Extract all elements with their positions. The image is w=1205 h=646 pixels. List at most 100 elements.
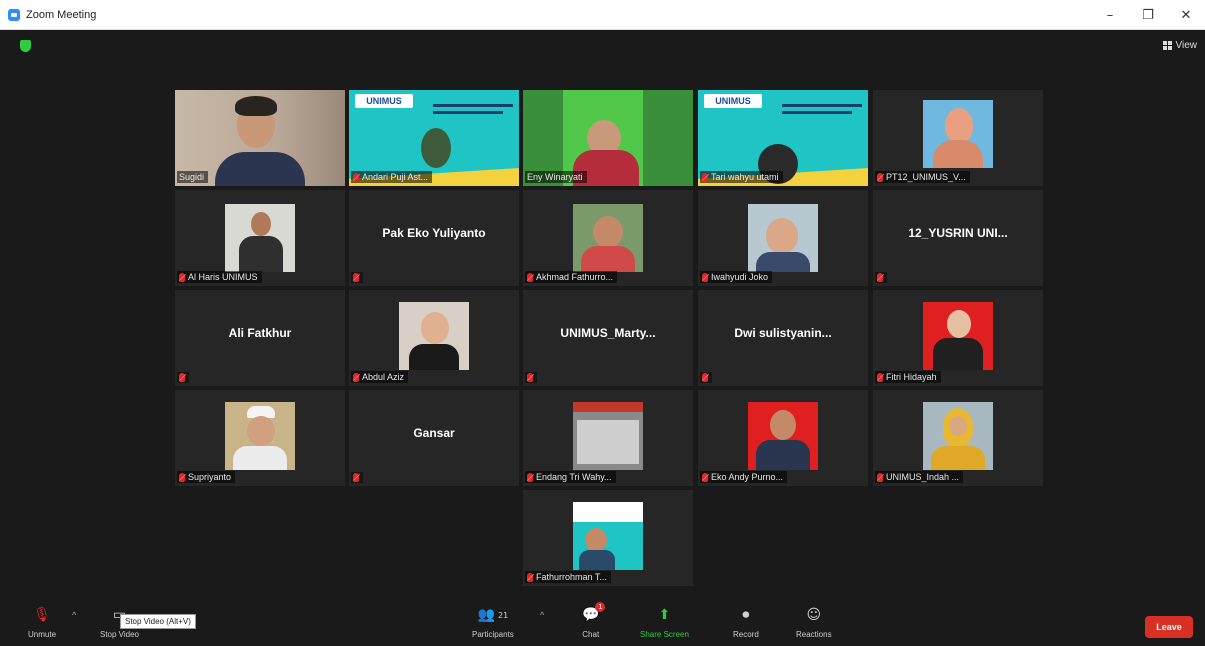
unmute-button[interactable]: 🎙 Unmute xyxy=(28,606,56,639)
meeting-toolbar: 🎙 Unmute ^ ▭ Stop Video Stop Video (Alt+… xyxy=(0,600,1205,646)
mic-muted-icon xyxy=(877,273,883,282)
participants-icon: 👥 21 xyxy=(477,607,509,623)
mic-muted-icon xyxy=(353,372,359,382)
restore-button[interactable]: ❐ xyxy=(1129,0,1167,30)
participants-options-caret[interactable]: ^ xyxy=(540,610,544,620)
hijab-shape xyxy=(945,108,973,142)
participant-name: UNIMUS_Indah ... xyxy=(886,472,960,482)
participant-tile[interactable]: UNIMUS Tari wahyu utami xyxy=(698,90,868,186)
mic-muted-icon xyxy=(702,272,708,282)
mic-muted-icon xyxy=(527,272,533,282)
face-shape xyxy=(770,410,796,440)
profile-photo xyxy=(573,204,643,272)
participant-tile[interactable]: PT12_UNIMUS_V... xyxy=(873,90,1043,186)
profile-photo xyxy=(573,402,643,470)
view-label: View xyxy=(1175,40,1198,51)
mic-muted-icon xyxy=(353,172,359,182)
close-button[interactable]: ✕ xyxy=(1167,0,1205,30)
participant-tile[interactable]: Akhmad Fathurro... xyxy=(523,190,693,286)
participant-name: Akhmad Fathurro... xyxy=(536,272,614,282)
reactions-label: Reactions xyxy=(796,630,832,639)
participant-tile[interactable]: Sugidi xyxy=(175,90,345,186)
mic-muted-icon xyxy=(179,373,185,382)
participant-name-label: Supriyanto xyxy=(177,471,236,483)
mic-muted-icon xyxy=(877,172,883,182)
meeting-area: View Sugidi UNIMUS Andari Puji Ast... En… xyxy=(0,30,1205,600)
participant-tile[interactable]: UNIMUS_Indah ... xyxy=(873,390,1043,486)
participant-name-label: Iwahyudi Joko xyxy=(700,271,773,283)
participant-tile[interactable]: Dwi sulistyanin... xyxy=(698,290,868,386)
mic-muted-icon xyxy=(527,472,533,482)
participant-tile[interactable]: Fathurrohman T... xyxy=(523,490,693,586)
participant-name: Sugidi xyxy=(179,172,205,182)
record-button[interactable]: ⏺ Record xyxy=(733,606,759,639)
banner-shape xyxy=(573,402,643,412)
profile-photo xyxy=(923,302,993,370)
leave-button[interactable]: Leave xyxy=(1145,616,1193,638)
participant-tile[interactable]: Abdul Aziz xyxy=(349,290,519,386)
chat-button[interactable]: 💬 1 Chat xyxy=(582,602,606,639)
participant-tile[interactable]: Supriyanto xyxy=(175,390,345,486)
participant-name: Eko Andy Purno... xyxy=(711,472,784,482)
mic-muted-icon xyxy=(702,373,708,382)
body-shape xyxy=(933,140,983,168)
face-shape xyxy=(947,310,971,338)
participant-tile[interactable]: Fitri Hidayah xyxy=(873,290,1043,386)
participant-tile[interactable]: Gansar xyxy=(349,390,519,486)
window-controls: – ❐ ✕ xyxy=(1091,0,1205,30)
face-shape xyxy=(949,416,967,436)
participant-name-label: Akhmad Fathurro... xyxy=(525,271,618,283)
participant-name-label: Andari Puji Ast... xyxy=(351,171,433,183)
slide-title-line xyxy=(433,111,503,114)
participant-name-label: Fathurrohman T... xyxy=(525,571,611,583)
share-screen-button[interactable]: ⬆ Share Screen xyxy=(640,606,689,639)
participant-name-label: Endang Tri Wahy... xyxy=(525,471,616,483)
chat-badge: 1 xyxy=(595,602,606,612)
participant-display-name: Dwi sulistyanin... xyxy=(734,326,832,340)
participant-tile[interactable]: Al Haris UNIMUS xyxy=(175,190,345,286)
slide-title-line xyxy=(433,104,513,107)
mic-muted-icon xyxy=(702,172,708,182)
participants-button[interactable]: 👥 21 Participants xyxy=(472,606,514,639)
profile-photo xyxy=(923,100,993,168)
participant-name: Andari Puji Ast... xyxy=(362,172,429,182)
view-button[interactable]: View xyxy=(1162,40,1198,51)
participant-tile[interactable]: 12_YUSRIN UNI... xyxy=(873,190,1043,286)
chat-icon: 💬 1 xyxy=(582,602,606,624)
profile-photo xyxy=(748,204,818,272)
participant-tile[interactable]: Eko Andy Purno... xyxy=(698,390,868,486)
body-shape xyxy=(215,152,305,186)
participant-name: Fathurrohman T... xyxy=(536,572,607,582)
face-shape xyxy=(247,416,275,446)
participant-tile[interactable]: Ali Fatkhur xyxy=(175,290,345,386)
participant-name-label: Abdul Aziz xyxy=(351,371,409,383)
participant-tile[interactable]: Iwahyudi Joko xyxy=(698,190,868,286)
mic-muted-icon xyxy=(179,272,185,282)
participant-name-label: Fitri Hidayah xyxy=(875,371,941,383)
participant-display-name: 12_YUSRIN UNI... xyxy=(908,226,1008,240)
face-shape xyxy=(766,218,798,254)
record-label: Record xyxy=(733,630,759,639)
minimize-button[interactable]: – xyxy=(1091,0,1129,30)
participant-tile-active-speaker[interactable]: Eny Winaryati xyxy=(523,90,693,186)
participant-name-label xyxy=(351,272,363,283)
participant-tile[interactable]: Pak Eko Yuliyanto xyxy=(349,190,519,286)
mic-muted-icon xyxy=(179,472,185,482)
profile-photo xyxy=(399,302,469,370)
zoom-app-icon xyxy=(8,8,20,21)
security-shield-icon[interactable] xyxy=(20,40,31,52)
participant-name: Supriyanto xyxy=(188,472,232,482)
stop-video-tooltip: Stop Video (Alt+V) xyxy=(120,614,196,629)
chat-label: Chat xyxy=(582,630,600,639)
participant-name-label xyxy=(875,272,887,283)
participant-name-label: Tari wahyu utami xyxy=(700,171,783,183)
mic-muted-icon xyxy=(877,372,883,382)
audio-options-caret[interactable]: ^ xyxy=(72,610,76,620)
participant-tile[interactable]: UNIMUS_Marty... xyxy=(523,290,693,386)
body-shape xyxy=(756,440,810,470)
body-shape xyxy=(409,344,459,370)
participant-name: PT12_UNIMUS_V... xyxy=(886,172,966,182)
participant-tile[interactable]: UNIMUS Andari Puji Ast... xyxy=(349,90,519,186)
reactions-button[interactable]: ☺ Reactions xyxy=(796,606,832,639)
participant-tile[interactable]: Endang Tri Wahy... xyxy=(523,390,693,486)
